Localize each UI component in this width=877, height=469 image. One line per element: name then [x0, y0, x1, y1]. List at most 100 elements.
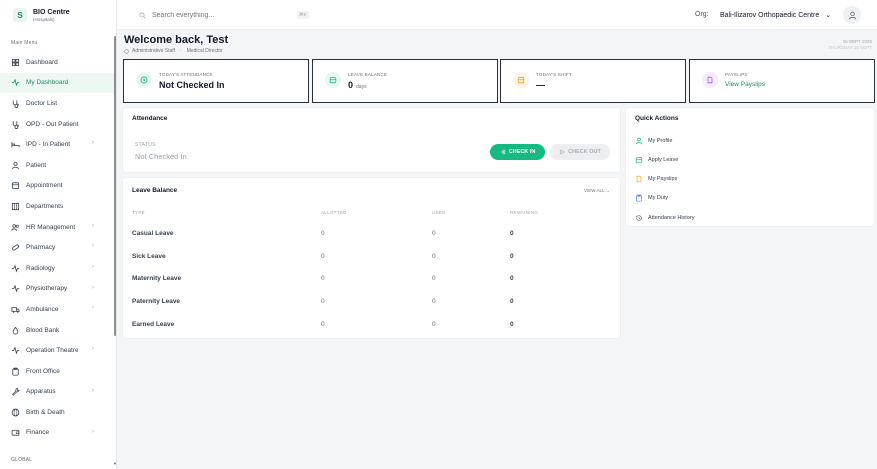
- status-label: STATUS: [135, 142, 156, 148]
- check-in-button[interactable]: CHECK IN: [490, 144, 545, 160]
- sidebar-item-appointment[interactable]: Appointment: [0, 176, 116, 197]
- status-value: Not Checked In: [135, 152, 187, 161]
- column-header-remaining: REMAINING: [510, 210, 539, 215]
- sidebar-item-label: Front Office: [26, 367, 60, 375]
- view-all-link[interactable]: VIEW ALL →: [584, 188, 610, 193]
- leave-used: 0: [432, 298, 436, 306]
- sidebar-item-ipd-in-patient[interactable]: IPD - In Patient ›: [0, 134, 116, 155]
- chevron-right-icon: ›: [92, 284, 94, 291]
- chevron-down-icon: ⌄: [825, 12, 832, 19]
- sidebar-item-front-office[interactable]: Front Office: [0, 361, 116, 382]
- brand[interactable]: S BIO Centre (Hospitals): [0, 0, 116, 30]
- activity-icon: [11, 284, 20, 293]
- leave-type: Casual Leave: [132, 230, 174, 237]
- sidebar-item-blood-bank[interactable]: Blood Bank: [0, 320, 116, 341]
- droplet-icon: [11, 326, 20, 335]
- current-date: 15 SEPT 2025: [842, 39, 872, 44]
- user-avatar[interactable]: [843, 6, 861, 24]
- shield-icon: [124, 48, 129, 54]
- sidebar-item-my-dashboard[interactable]: My Dashboard: [0, 72, 116, 94]
- user-role: Administrative Staff: [132, 48, 175, 54]
- stat-card-leave-balance: LEAVE BALANCE 0 days: [312, 59, 498, 103]
- quick-actions-title: Quick Actions: [635, 115, 679, 122]
- brand-name: BIO Centre: [33, 8, 70, 16]
- quick-actions-card: Quick Actions My Profile Apply Leave My Pa…: [626, 108, 874, 226]
- current-weekday: THURSDAY 15 SEPT: [828, 45, 872, 50]
- stat-value: —: [536, 80, 545, 90]
- chevron-right-icon: ›: [92, 140, 94, 147]
- truck-icon: [11, 305, 20, 314]
- sidebar-item-label: Blood Bank: [26, 326, 60, 334]
- leave-remaining: 0: [510, 275, 514, 283]
- sidebar-item-label: Dashboard: [26, 58, 58, 66]
- search-input[interactable]: [152, 11, 292, 19]
- sidebar-item-label: Birth & Death: [26, 408, 65, 416]
- separator: ·: [179, 48, 182, 54]
- grid-icon: [11, 58, 20, 67]
- sidebar-item-patient[interactable]: Patient: [0, 155, 116, 176]
- sidebar-item-departments[interactable]: Departments: [0, 196, 116, 217]
- leave-allotted: 0: [321, 320, 325, 328]
- quick-action-my-payslips[interactable]: My Payslips: [626, 170, 874, 189]
- quick-action-my-duty[interactable]: My Duty: [626, 189, 874, 208]
- stat-card-payslips[interactable]: PAYSLIPS View Payslips: [689, 59, 875, 103]
- chevron-right-icon: ›: [92, 243, 94, 250]
- chevron-right-icon: ›: [92, 222, 94, 229]
- sidebar-item-pharmacy[interactable]: Pharmacy ›: [0, 237, 116, 258]
- sidebar-item-label: OPD - Out Patient: [26, 120, 79, 128]
- quick-action-label: My Payslips: [648, 176, 678, 183]
- activity-icon: [11, 346, 20, 355]
- view-payslips-link[interactable]: View Payslips: [725, 81, 765, 88]
- chevron-right-icon: ›: [92, 263, 94, 270]
- sidebar-item-ambulance[interactable]: Ambulance ›: [0, 299, 116, 320]
- leave-allotted: 0: [321, 252, 325, 260]
- stat-value: Not Checked In: [159, 80, 225, 90]
- chevron-right-icon: ›: [92, 305, 94, 312]
- sidebar-item-finance[interactable]: Finance ›: [0, 423, 116, 444]
- sidebar-item-label: Appointment: [26, 182, 63, 190]
- chevron-right-icon: ›: [92, 428, 94, 435]
- building-icon: [11, 202, 20, 211]
- brand-text: BIO Centre (Hospitals): [33, 9, 70, 22]
- stethoscope-icon: [11, 99, 20, 108]
- sidebar-item-label: My Dashboard: [26, 79, 69, 87]
- leave-used: 0: [432, 230, 436, 237]
- sidebar-item-label: Operation Theatre: [26, 347, 79, 355]
- sidebar-item-dashboard[interactable]: Dashboard: [0, 52, 116, 73]
- sidebar-item-doctor-list[interactable]: Doctor List: [0, 93, 116, 114]
- stethoscope-icon: [11, 120, 20, 129]
- sidebar-item-physiotherapy[interactable]: Physiotherapy ›: [0, 279, 116, 300]
- attendance-title: Attendance: [132, 115, 168, 122]
- column-header-type: TYPE: [132, 210, 145, 215]
- sidebar-item-label: Patient: [26, 161, 47, 169]
- sidebar-item-apparatus[interactable]: Apparatus ›: [0, 382, 116, 403]
- user-role-line: Administrative Staff · Medical Director: [124, 48, 223, 54]
- sidebar-scrollbar[interactable]: [114, 36, 116, 336]
- sidebar-item-opd-out-patient[interactable]: OPD - Out Patient: [0, 114, 116, 135]
- sidebar-item-operation-theatre[interactable]: Operation Theatre ›: [0, 340, 116, 361]
- calendar-icon: [513, 72, 529, 88]
- check-out-button[interactable]: CHECK OUT: [550, 144, 610, 160]
- sidebar-item-hr-management[interactable]: HR Management ›: [0, 217, 116, 238]
- stat-card-attendance: TODAY'S ATTENDANCE Not Checked In: [123, 59, 309, 103]
- sidebar-item-label: Doctor List: [26, 99, 58, 107]
- sidebar-item-radiology[interactable]: Radiology ›: [0, 258, 116, 279]
- logout-icon: [560, 149, 565, 155]
- calendar-icon: [325, 72, 341, 88]
- chevron-right-icon: ›: [92, 387, 94, 394]
- quick-action-attendance-history[interactable]: Attendance History: [626, 208, 874, 227]
- search-box[interactable]: [139, 8, 309, 22]
- table-row: Sick Leave 0 0 0: [123, 245, 620, 268]
- file-icon: [635, 175, 643, 183]
- leave-balance-value: 0: [348, 80, 354, 90]
- scroll-down-arrow-icon[interactable]: ▼: [113, 461, 116, 466]
- sidebar-item-label: Physiotherapy: [26, 285, 68, 293]
- quick-action-my-profile[interactable]: My Profile: [626, 131, 874, 150]
- sidebar-item-birth-death[interactable]: Birth & Death: [0, 402, 116, 423]
- stat-label: LEAVE BALANCE: [348, 72, 388, 77]
- sidebar-item-label: Finance: [26, 429, 50, 437]
- org-select[interactable]: Bali-Ilizarov Orthopaedic Centre ⌄: [720, 9, 831, 21]
- quick-action-label: My Duty: [648, 195, 669, 202]
- section-label-global: GLOBAL: [11, 457, 33, 463]
- quick-action-apply-leave[interactable]: Apply Leave: [626, 150, 874, 169]
